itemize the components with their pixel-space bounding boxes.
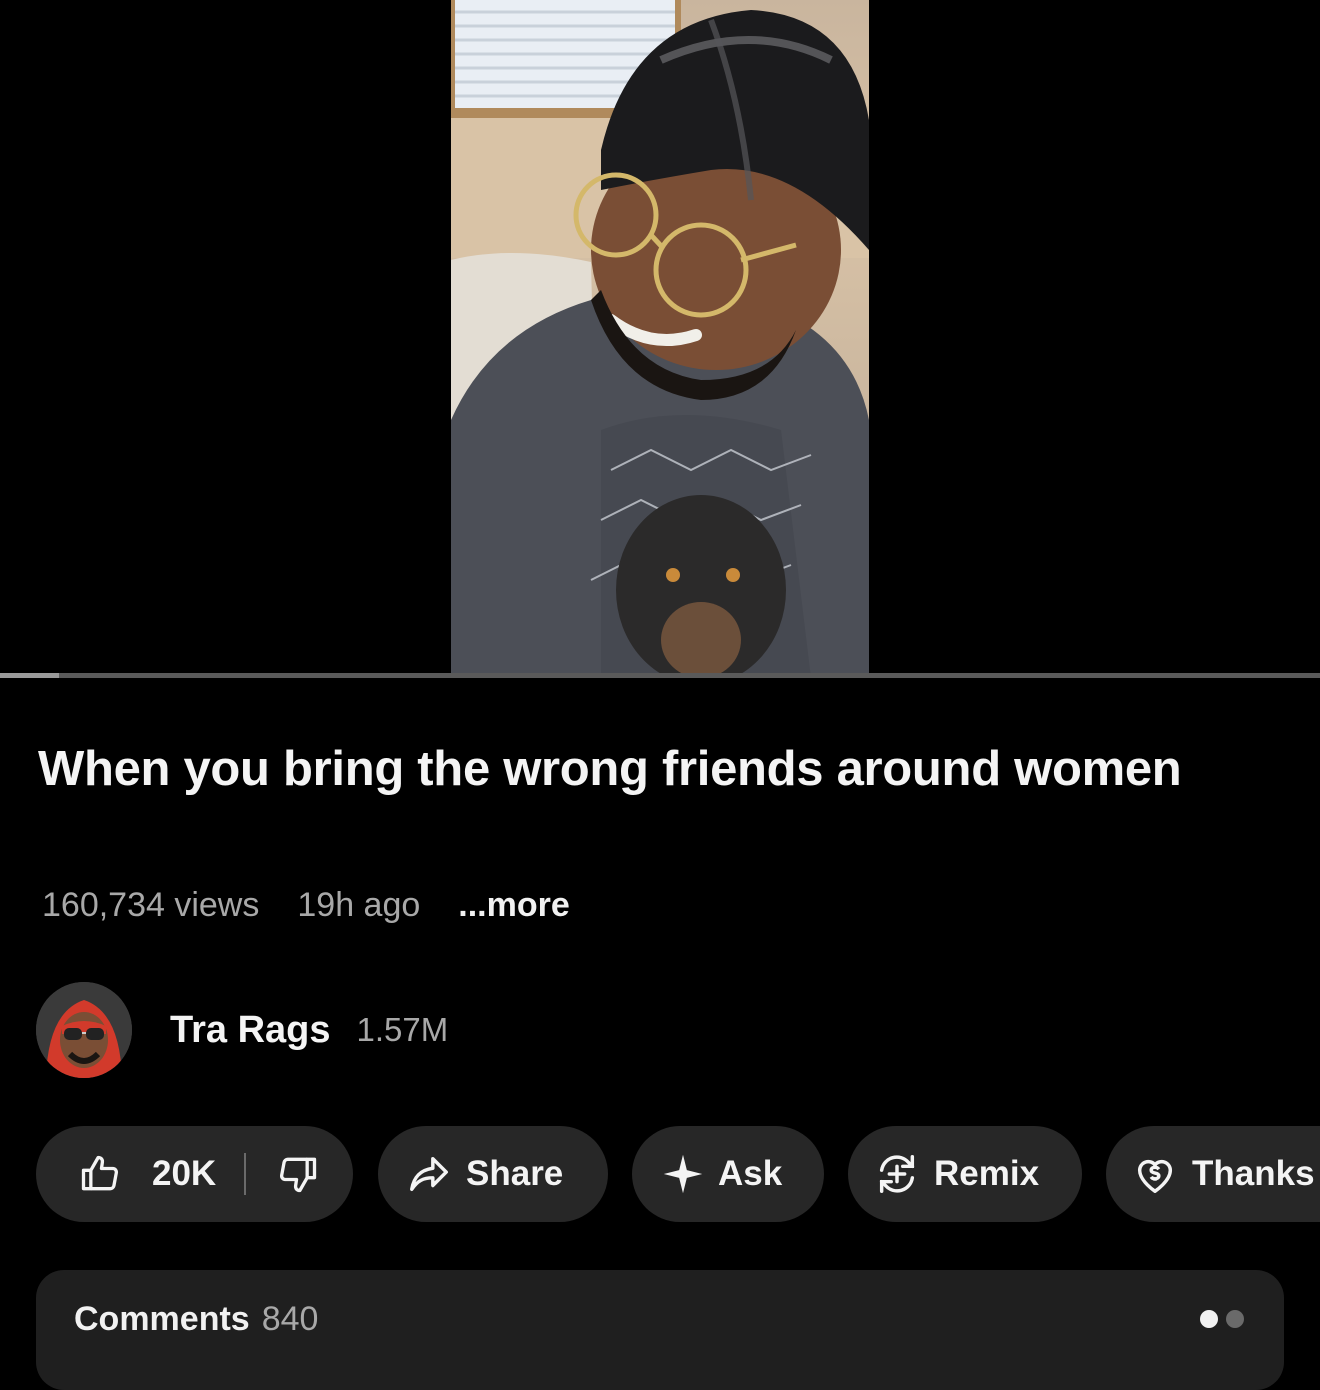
dot-icon xyxy=(1200,1310,1218,1328)
view-count: 160,734 views xyxy=(42,886,260,924)
video-frame[interactable] xyxy=(451,0,869,678)
thumbs-up-icon xyxy=(81,1155,119,1191)
like-dislike-group: 20K xyxy=(36,1126,353,1222)
more-description-link[interactable]: ...more xyxy=(458,886,569,925)
share-label: Share xyxy=(466,1154,564,1193)
dot-icon xyxy=(1226,1310,1244,1328)
subscriber-count: 1.57M xyxy=(356,1011,449,1048)
share-button[interactable]: Share xyxy=(378,1126,608,1222)
video-title: When you bring the wrong friends around … xyxy=(38,742,1182,796)
video-thumbnail-image xyxy=(451,0,869,678)
progress-bar[interactable] xyxy=(0,673,1320,678)
action-bar: 20K Share Ask Remix Thanks xyxy=(36,1126,1320,1222)
thanks-label: Thanks xyxy=(1192,1154,1315,1193)
remix-button[interactable]: Remix xyxy=(848,1126,1082,1222)
avatar[interactable] xyxy=(36,982,132,1078)
ask-label: Ask xyxy=(718,1154,783,1193)
remix-icon xyxy=(879,1155,915,1193)
video-meta[interactable]: 160,734 views 19h ago ...more xyxy=(42,886,570,925)
comments-count: 840 xyxy=(261,1300,319,1338)
comments-expand-icon[interactable] xyxy=(1200,1310,1244,1328)
thanks-button[interactable]: Thanks xyxy=(1106,1126,1320,1222)
heart-dollar-icon xyxy=(1137,1159,1173,1193)
ask-button[interactable]: Ask xyxy=(632,1126,824,1222)
dislike-button[interactable] xyxy=(276,1152,320,1196)
like-button[interactable]: 20K xyxy=(78,1152,216,1196)
like-divider xyxy=(244,1153,247,1195)
video-player[interactable] xyxy=(0,0,1320,678)
like-count: 20K xyxy=(152,1154,217,1193)
share-icon xyxy=(410,1156,448,1192)
channel-avatar-image xyxy=(36,982,132,1078)
upload-age: 19h ago xyxy=(297,886,421,924)
thumbs-down-icon xyxy=(280,1157,317,1193)
comments-panel[interactable]: Comments 840 xyxy=(36,1270,1284,1390)
comments-label: Comments xyxy=(74,1300,250,1338)
channel-name[interactable]: Tra Rags xyxy=(170,1009,331,1052)
sparkle-icon xyxy=(663,1154,703,1194)
progress-bar-fill xyxy=(0,673,60,678)
remix-label: Remix xyxy=(934,1154,1040,1193)
channel-row[interactable]: Tra Rags 1.57M xyxy=(36,982,448,1078)
